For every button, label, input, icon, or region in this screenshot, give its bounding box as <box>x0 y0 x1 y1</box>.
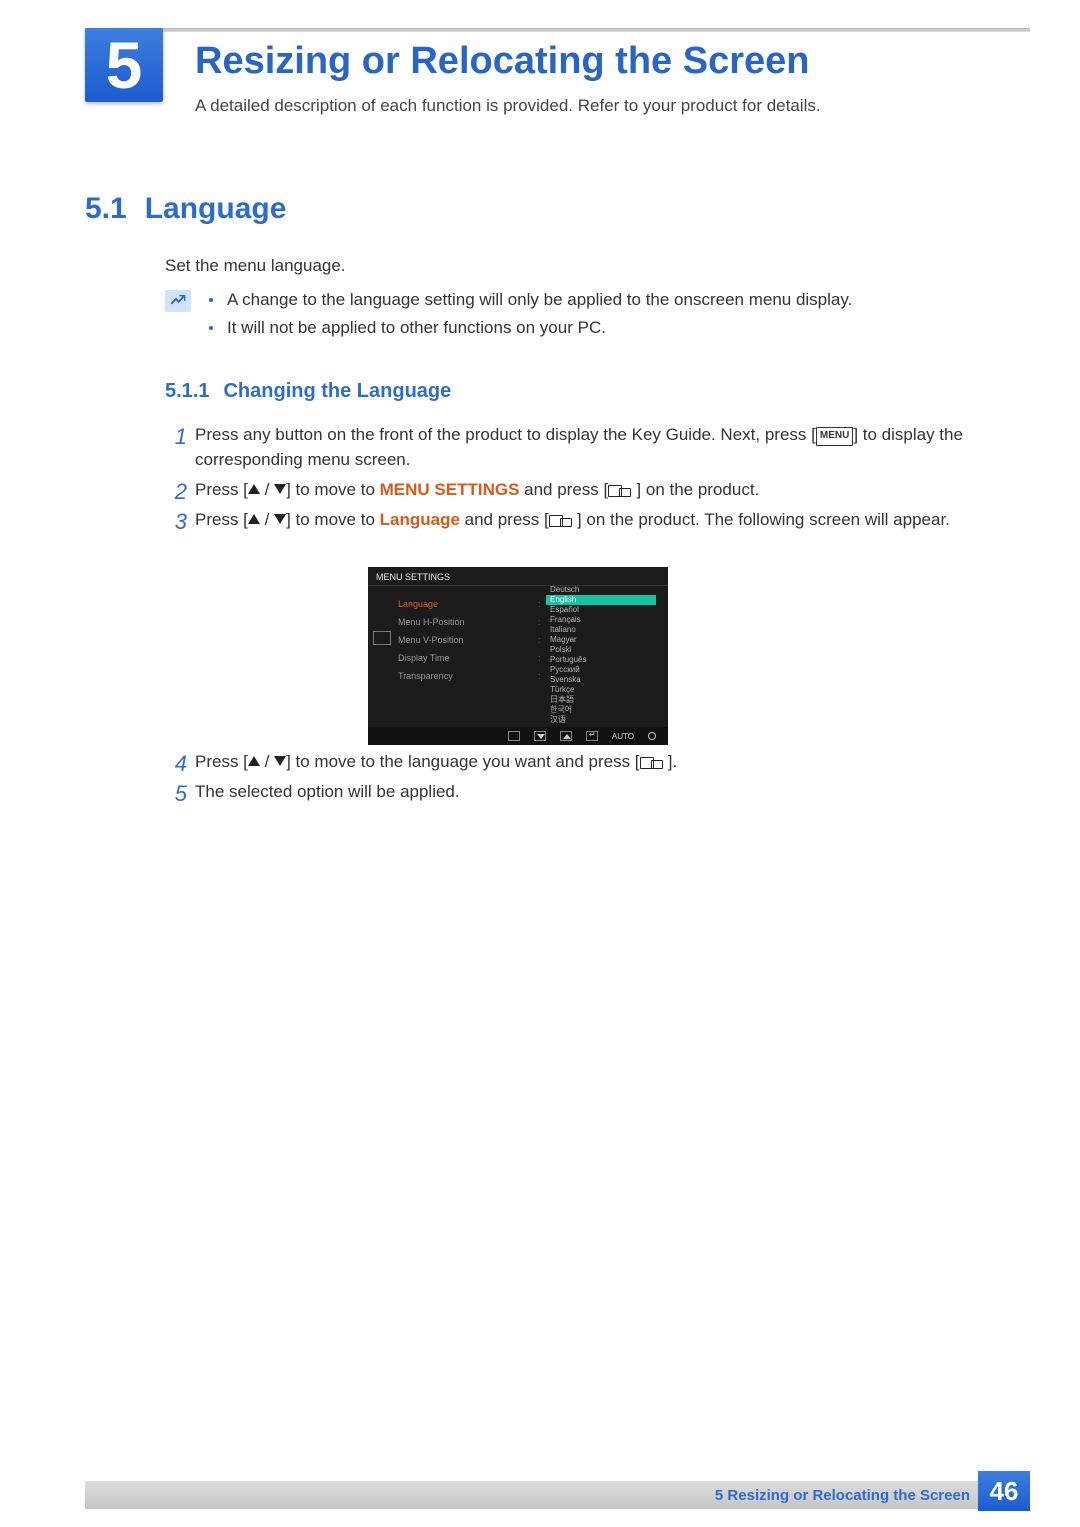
note-icon <box>165 290 191 312</box>
osd-lang-option: Deutsch <box>546 585 656 595</box>
osd-nav-bar: AUTO <box>368 727 668 745</box>
step-text: Press any button on the front of the pro… <box>195 425 816 444</box>
osd-menu-item: Language <box>398 595 465 613</box>
step-text: Press [ <box>195 510 248 529</box>
down-arrow-icon <box>274 756 286 766</box>
osd-back-icon <box>508 731 520 741</box>
step-1: 1 Press any button on the front of the p… <box>165 423 965 472</box>
up-arrow-icon <box>248 514 260 524</box>
osd-menu-item: Menu V-Position <box>398 631 465 649</box>
step-number: 3 <box>165 506 187 538</box>
section-intro: Set the menu language. <box>165 256 346 276</box>
source-enter-icon <box>640 757 654 769</box>
subsection-title: Changing the Language <box>223 380 451 402</box>
step-text: and press [ <box>519 480 608 499</box>
section-title: Language <box>145 192 287 225</box>
osd-lang-option: 汉语 <box>546 715 656 725</box>
section-number: 5.1 <box>85 192 127 225</box>
osd-lang-option-selected: English <box>546 595 656 605</box>
up-arrow-icon <box>248 756 260 766</box>
step-text: ] to move to <box>286 510 380 529</box>
osd-language-list: Deutsch English Español Français Italian… <box>546 585 656 725</box>
osd-lang-option: Français <box>546 615 656 625</box>
osd-lang-option: Türkçe <box>546 685 656 695</box>
osd-enter-icon <box>586 731 598 741</box>
osd-category-icon <box>373 631 391 645</box>
step-text: ] to move to the language you want and p… <box>286 752 639 771</box>
header-rule <box>85 28 1030 32</box>
down-arrow-icon <box>274 514 286 524</box>
osd-menu-items: Language Menu H-Position Menu V-Position… <box>398 595 465 685</box>
step-number: 4 <box>165 748 187 780</box>
osd-screenshot: MENU SETTINGS Language Menu H-Position M… <box>368 567 668 745</box>
step-number: 2 <box>165 476 187 508</box>
osd-power-icon <box>648 732 656 740</box>
step-text: ] on the product. <box>636 480 759 499</box>
source-enter-icon <box>608 485 622 497</box>
osd-lang-option: Polski <box>546 645 656 655</box>
osd-up-icon <box>560 731 572 741</box>
step-text: The selected option will be applied. <box>195 780 965 805</box>
step-5: 5 The selected option will be applied. <box>165 780 965 805</box>
note-item: It will not be applied to other function… <box>227 318 985 338</box>
osd-lang-option: Magyar <box>546 635 656 645</box>
osd-menu-item: Menu H-Position <box>398 613 465 631</box>
subsection-number: 5.1.1 <box>165 380 209 402</box>
page-footer: 5 Resizing or Relocating the Screen 46 <box>85 1469 1030 1509</box>
step-number: 5 <box>165 778 187 810</box>
osd-lang-option: 한국어 <box>546 705 656 715</box>
chapter-title: Resizing or Relocating the Screen <box>195 40 809 83</box>
osd-lang-option: Svenska <box>546 675 656 685</box>
step-text: ] on the product. The following screen w… <box>577 510 950 529</box>
footer-label: 5 Resizing or Relocating the Screen <box>715 1487 970 1504</box>
step-text: and press [ <box>460 510 549 529</box>
menu-key-icon: MENU <box>816 427 853 446</box>
osd-lang-option: Русский <box>546 665 656 675</box>
accent-text: MENU SETTINGS <box>380 480 520 499</box>
osd-lang-option: 日本語 <box>546 695 656 705</box>
chapter-subtitle: A detailed description of each function … <box>195 96 821 116</box>
down-arrow-icon <box>274 484 286 494</box>
note-block: A change to the language setting will on… <box>165 290 985 346</box>
osd-menu-item: Transparency <box>398 667 465 685</box>
section-heading: 5.1 Language <box>85 192 286 226</box>
step-4: 4 Press [ / ] to move to the language yo… <box>165 750 965 775</box>
step-text: Press [ <box>195 480 248 499</box>
osd-down-icon <box>534 731 546 741</box>
source-enter-icon <box>549 515 563 527</box>
step-2: 2 Press [ / ] to move to MENU SETTINGS a… <box>165 478 965 503</box>
note-item: A change to the language setting will on… <box>227 290 985 310</box>
subsection-heading: 5.1.1 Changing the Language <box>165 380 451 403</box>
step-text: ]. <box>668 752 677 771</box>
step-3: 3 Press [ / ] to move to Language and pr… <box>165 508 965 533</box>
osd-lang-option: Italiano <box>546 625 656 635</box>
step-text: ] to move to <box>286 480 380 499</box>
step-number: 1 <box>165 421 187 453</box>
step-text: Press [ <box>195 752 248 771</box>
osd-auto-label: AUTO <box>612 732 634 741</box>
chapter-number-tab: 5 <box>85 28 163 102</box>
osd-lang-option: Português <box>546 655 656 665</box>
osd-lang-option: Español <box>546 605 656 615</box>
accent-text: Language <box>380 510 460 529</box>
page-number: 46 <box>978 1471 1030 1511</box>
osd-menu-item: Display Time <box>398 649 465 667</box>
osd-title: MENU SETTINGS <box>368 567 668 586</box>
up-arrow-icon <box>248 484 260 494</box>
